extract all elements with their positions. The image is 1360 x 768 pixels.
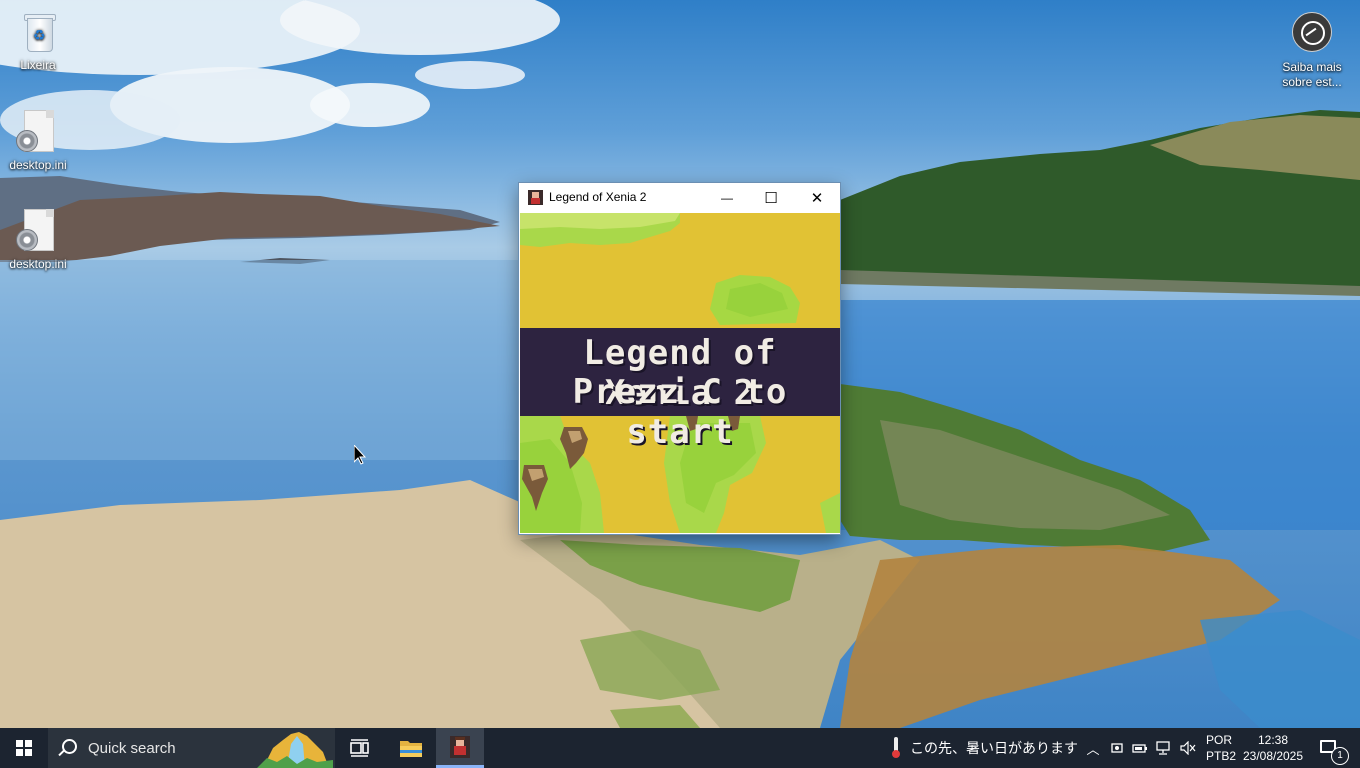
recycle-bin-icon: ♻ [18,8,58,56]
network-icon [1156,741,1170,755]
desktop-icon-label: Saiba mais sobre est... [1282,60,1342,89]
volume-button[interactable] [1177,728,1199,768]
search-placeholder: Quick search [88,740,176,757]
desktop-icon-learn-more[interactable]: Saiba mais sobre est... [1274,10,1350,90]
volume-muted-icon [1180,741,1196,755]
desktop-icon-recycle-bin[interactable]: ♻ Lixeira [0,8,76,73]
close-icon: ✕ [810,190,824,207]
clock[interactable]: 12:38 23/08/2025 [1240,732,1306,764]
language-code: POR [1206,733,1233,747]
minimize-button[interactable]: — [704,183,750,213]
window-titlebar[interactable]: Legend of Xenia 2 — ☐ ✕ [519,183,840,213]
meet-now-button[interactable] [1106,728,1128,768]
clock-date: 23/08/2025 [1242,749,1304,763]
folder-icon [400,741,422,757]
app-icon [528,190,543,205]
desktop-icon-label: desktop.ini [9,158,67,172]
keyboard-layout: PTB2 [1206,749,1237,763]
battery-button[interactable] [1129,728,1151,768]
learn-more-icon [1292,10,1332,58]
game-window[interactable]: Legend of Xenia 2 — ☐ ✕ Legend of Xenia … [519,183,840,534]
title-banner: Legend of Xenia 2 Prezz C to start [520,328,840,452]
language-indicator[interactable]: POR PTB2 [1206,732,1237,764]
maximize-icon: ☐ [764,190,778,207]
game-taskbar-button[interactable] [436,728,484,768]
settings-file-icon [16,108,58,156]
notification-count-badge: 1 [1331,747,1349,765]
start-prompt-text: Prezz C to start [572,372,788,452]
news-text: この先、暑い日があります [910,740,1078,756]
desktop-icon-label: Lixeira [20,58,56,72]
thermometer-icon [892,737,900,759]
close-button[interactable]: ✕ [794,183,840,213]
desktop-icon-desktop-ini-1[interactable]: desktop.ini [0,108,76,173]
game-canvas[interactable]: Legend of Xenia 2 Prezz C to start [520,213,840,533]
game-app-icon [450,735,470,758]
task-view-icon [350,739,369,757]
windows-logo-icon [16,740,32,756]
search-icon [62,739,77,754]
mouse-cursor-icon [354,445,366,465]
desktop-icon-label: desktop.ini [9,257,67,271]
minimize-icon: — [721,191,733,205]
notification-center-button[interactable]: 1 [1314,728,1360,768]
start-button[interactable] [0,728,48,768]
settings-file-icon [16,207,58,255]
file-explorer-button[interactable] [387,728,435,768]
meet-now-icon [1111,743,1123,753]
search-box[interactable]: Quick search [48,728,335,768]
news-widget[interactable]: この先、暑い日があります [892,728,1078,768]
battery-icon [1132,744,1147,753]
task-view-button[interactable] [336,728,384,768]
maximize-button[interactable]: ☐ [748,183,794,213]
desktop-icon-desktop-ini-2[interactable]: desktop.ini [0,207,76,272]
window-title: Legend of Xenia 2 [549,190,647,204]
chevron-up-icon: ︿ [1086,741,1100,757]
search-highlight-icon [257,732,333,768]
network-button[interactable] [1153,728,1175,768]
clock-time: 12:38 [1257,733,1289,747]
taskbar: Quick search この先、暑い日があります ︿ POR PTB2 12:… [0,728,1360,768]
show-hidden-icons-button[interactable]: ︿ [1082,728,1104,768]
